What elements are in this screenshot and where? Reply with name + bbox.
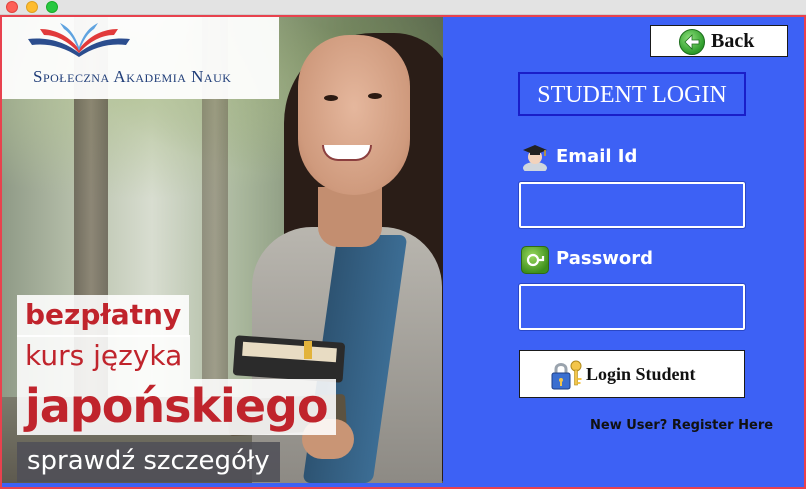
promo-line-course: kurs języka — [17, 335, 191, 379]
login-button-label: Login Student — [586, 364, 696, 384]
academy-logo: Społeczna Akademia Nauk — [2, 17, 279, 99]
password-input[interactable] — [518, 283, 746, 331]
register-link[interactable]: New User? Register Here — [590, 418, 773, 433]
login-window: Społeczna Akademia Nauk bezpłatny kurs j… — [0, 15, 806, 489]
login-student-button[interactable]: Login Student — [519, 350, 745, 398]
key-icon — [521, 246, 549, 274]
back-button-label: Back — [711, 30, 755, 52]
page-title-text: STUDENT LOGIN — [537, 82, 727, 108]
back-button[interactable]: Back — [650, 25, 788, 57]
promo-line-details[interactable]: sprawdź szczegóły — [17, 442, 280, 482]
window-titlebar — [0, 0, 806, 15]
back-arrow-icon — [679, 29, 705, 55]
email-input[interactable] — [518, 181, 746, 229]
book — [232, 335, 346, 383]
advertisement-banner: Społeczna Akademia Nauk bezpłatny kurs j… — [2, 17, 443, 483]
promo-line-japanese: japońskiego — [17, 379, 336, 435]
minimize-window-button[interactable] — [26, 1, 38, 13]
student-graduate-icon — [521, 143, 549, 174]
open-book-logo-icon — [28, 23, 130, 57]
email-label: Email Id — [556, 146, 638, 167]
page-title: STUDENT LOGIN — [518, 72, 746, 116]
academy-name: Społeczna Akademia Nauk — [33, 67, 232, 86]
password-label: Password — [556, 248, 654, 269]
student-photo-face — [298, 35, 410, 195]
close-window-button[interactable] — [6, 1, 18, 13]
lock-key-icon — [551, 360, 582, 390]
promo-line-free: bezpłatny — [17, 295, 190, 337]
zoom-window-button[interactable] — [46, 1, 58, 13]
